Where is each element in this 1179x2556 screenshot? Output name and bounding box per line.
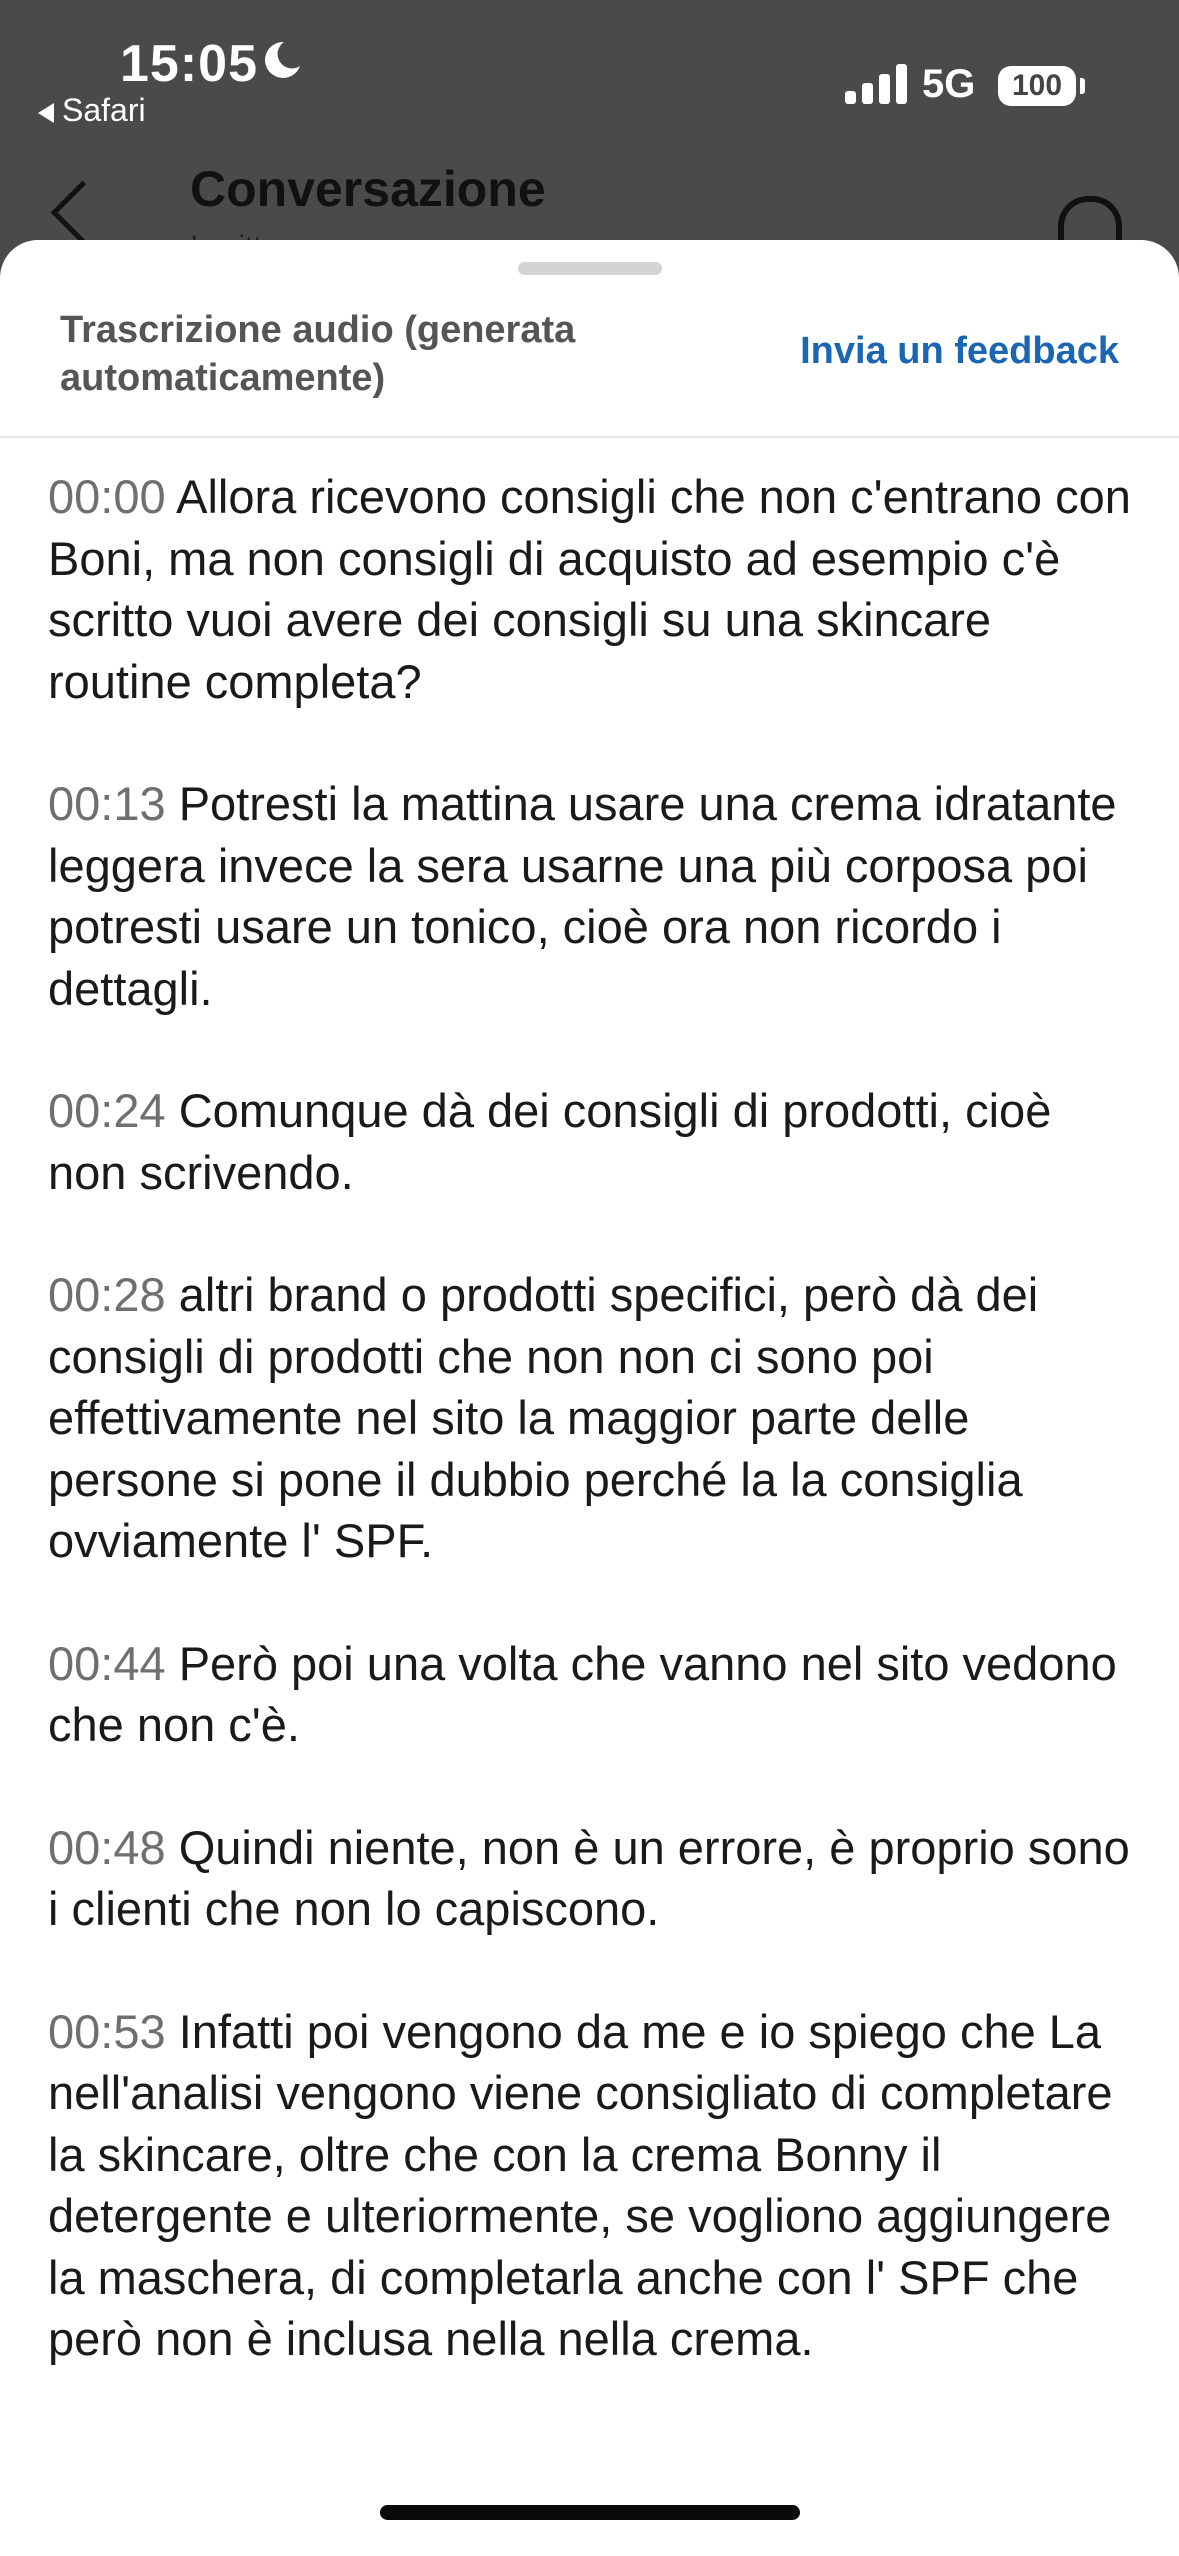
timestamp[interactable]: 00:44 xyxy=(48,1637,166,1690)
transcript-segment: 00:44 Però poi una volta che vanno nel s… xyxy=(48,1633,1138,1756)
segment-text: altri brand o prodotti specifici, però d… xyxy=(48,1268,1039,1567)
transcript-sheet: Trascrizione audio (generata automaticam… xyxy=(0,240,1179,2556)
sheet-title: Trascrizione audio (generata automaticam… xyxy=(60,309,576,399)
segment-text: Quindi niente, non è un errore, è propri… xyxy=(48,1820,1130,1936)
transcript-list: 00:00 Allora ricevono consigli che non c… xyxy=(48,466,1138,2431)
timestamp[interactable]: 00:00 xyxy=(48,470,166,523)
segment-text: Infatti poi vengono da me e io spiego ch… xyxy=(48,2004,1113,2366)
network-label: 5G xyxy=(922,62,976,106)
timestamp[interactable]: 00:48 xyxy=(48,1821,166,1874)
transcript-segment: 00:28 altri brand o prodotti specifici, … xyxy=(48,1264,1138,1572)
back-app-label: Safari xyxy=(62,92,146,128)
segment-text: Però poi una volta che vanno nel sito ve… xyxy=(48,1636,1117,1752)
status-bar: 15:05 Safari 5G 100 xyxy=(0,0,1179,130)
battery-level: 100 xyxy=(1011,69,1063,102)
back-triangle-icon xyxy=(38,102,54,123)
transcript-segment: 00:00 Allora ricevono consigli che non c… xyxy=(48,466,1138,712)
send-feedback-link[interactable]: Invia un feedback xyxy=(800,330,1119,373)
moon-icon xyxy=(265,41,300,78)
transcript-segment: 00:53 Infatti poi vengono da me e io spi… xyxy=(48,2001,1138,2370)
chevron-left-icon[interactable] xyxy=(50,180,115,245)
timestamp[interactable]: 00:24 xyxy=(48,1084,166,1137)
background-header: Conversazione Iscritto xyxy=(0,130,1179,263)
timestamp[interactable]: 00:53 xyxy=(48,2005,166,2058)
transcript-segment: 00:24 Comunque dà dei consigli di prodot… xyxy=(48,1080,1138,1203)
transcript-segment: 00:13 Potresti la mattina usare una crem… xyxy=(48,773,1138,1019)
home-indicator[interactable] xyxy=(380,2505,800,2520)
segment-text: Potresti la mattina usare una crema idra… xyxy=(48,777,1117,1015)
transcript-segment: 00:48 Quindi niente, non è un errore, è … xyxy=(48,1817,1138,1940)
back-to-app-link[interactable]: Safari xyxy=(38,92,146,129)
timestamp[interactable]: 00:28 xyxy=(48,1268,166,1321)
signal-icon xyxy=(845,64,907,104)
timestamp[interactable]: 00:13 xyxy=(48,777,166,830)
battery-icon: 100 xyxy=(998,66,1076,106)
segment-text: Comunque dà dei consigli di prodotti, ci… xyxy=(48,1084,1052,1199)
sheet-header: Trascrizione audio (generata automaticam… xyxy=(0,240,1179,438)
conversation-title: Conversazione xyxy=(190,161,546,217)
battery-tip xyxy=(1080,78,1085,94)
status-time: 15:05 xyxy=(120,35,258,93)
segment-text: Allora ricevono consigli che non c'entra… xyxy=(48,470,1131,708)
